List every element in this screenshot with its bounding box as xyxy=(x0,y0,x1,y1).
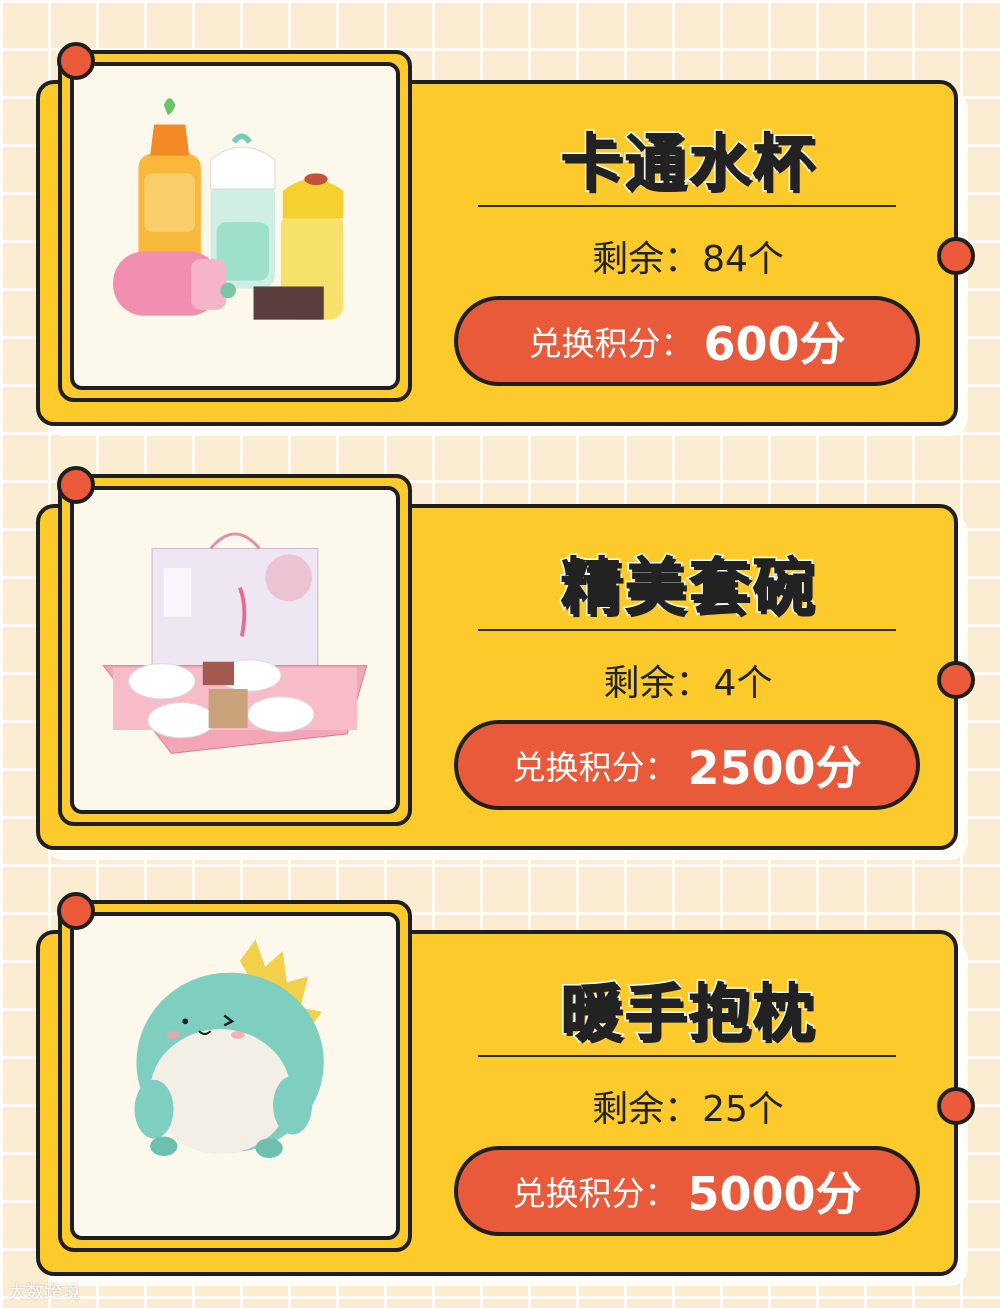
product-image-pillow xyxy=(70,912,400,1240)
stock-label: 剩余： xyxy=(603,663,712,704)
decor-dot-top-left xyxy=(57,892,95,930)
stock-remaining: 剩余：4个 xyxy=(478,654,898,706)
redeem-points-button[interactable]: 兑换积分： 2500分 xyxy=(454,720,920,810)
price-value: 5000分 xyxy=(687,1167,862,1221)
product-card-pillow[interactable]: 暖手抱枕 剩余：25个 兑换积分： 5000分 xyxy=(0,850,1000,1280)
decor-dot-top-left xyxy=(57,466,95,504)
stock-label: 剩余： xyxy=(592,1089,701,1130)
decor-dot-top-left xyxy=(57,42,95,80)
divider xyxy=(478,629,896,631)
product-title: 暖手抱枕 xyxy=(558,975,816,1051)
redeem-points-button[interactable]: 兑换积分： 600分 xyxy=(454,296,920,386)
divider xyxy=(478,205,896,207)
product-card-cup[interactable]: 卡通水杯 剩余：84个 兑换积分： 600分 xyxy=(0,0,1000,430)
stock-label: 剩余： xyxy=(592,239,701,280)
divider xyxy=(478,1055,896,1057)
stock-value: 25个 xyxy=(702,1089,784,1130)
price-label: 兑换积分： xyxy=(512,1174,678,1213)
product-title: 精美套碗 xyxy=(558,549,816,625)
product-title: 卡通水杯 xyxy=(558,125,816,201)
stock-remaining: 剩余：84个 xyxy=(478,230,898,282)
decor-dot-right xyxy=(937,661,975,699)
price-label: 兑换积分： xyxy=(528,324,694,363)
stock-remaining: 剩余：25个 xyxy=(478,1080,898,1132)
product-card-bowl-set[interactable]: 精美套碗 剩余：4个 兑换积分： 2500分 xyxy=(0,424,1000,854)
watermark: 大数跨境 xyxy=(8,1282,80,1303)
price-label: 兑换积分： xyxy=(512,748,678,787)
decor-dot-right xyxy=(937,1087,975,1125)
stock-value: 4个 xyxy=(713,663,773,704)
price-value: 600分 xyxy=(703,317,846,371)
price-value: 2500分 xyxy=(687,741,862,795)
stock-value: 84个 xyxy=(702,239,784,280)
product-image-bowl-set xyxy=(70,486,400,814)
decor-dot-right xyxy=(937,237,975,275)
redeem-points-button[interactable]: 兑换积分： 5000分 xyxy=(454,1146,920,1236)
product-image-cup xyxy=(70,62,400,390)
